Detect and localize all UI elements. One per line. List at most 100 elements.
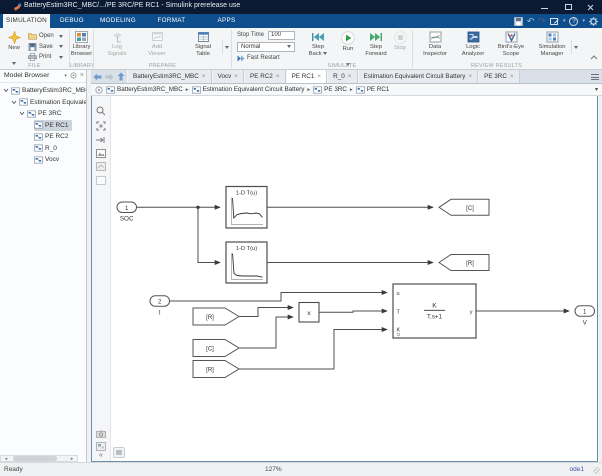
- tab-list-menu-icon[interactable]: [591, 74, 599, 82]
- save-button[interactable]: Save: [28, 42, 63, 52]
- maximize-button[interactable]: [560, 0, 578, 14]
- chevron-down-icon[interactable]: [11, 100, 17, 105]
- close-tab-icon[interactable]: ×: [202, 73, 206, 80]
- print-button[interactable]: Print: [28, 52, 63, 62]
- from-R1-block[interactable]: [R]: [192, 307, 240, 326]
- logic-analyzer-button[interactable]: Logic Analyzer: [455, 30, 491, 57]
- fit-to-view-icon[interactable]: [96, 121, 106, 131]
- zoom-icon[interactable]: [96, 106, 106, 116]
- goto-R-block[interactable]: [R]: [438, 254, 490, 271]
- goto-C-block[interactable]: [C]: [438, 198, 490, 216]
- from-C-block[interactable]: [C]: [192, 339, 240, 357]
- wire-product-to-T[interactable]: [319, 308, 388, 314]
- simulation-manager-button[interactable]: Simulation Manager: [531, 30, 573, 57]
- undo-icon[interactable]: ↶: [527, 16, 535, 26]
- panel-close-icon[interactable]: ×: [80, 72, 84, 79]
- scrollbar-thumb[interactable]: [13, 456, 57, 461]
- redo-icon[interactable]: ↷: [538, 16, 546, 26]
- transfer-fcn-block[interactable]: u T K y K T.s+1: [392, 283, 477, 339]
- step-back-button[interactable]: Step Back: [303, 30, 333, 57]
- wire-fromR-to-product[interactable]: [239, 305, 294, 317]
- add-viewer-button[interactable]: Add Viewer: [140, 30, 174, 57]
- scroll-left-icon[interactable]: ◂: [1, 456, 11, 462]
- diagram-canvas[interactable]: « 1 SOC 1-D T(u) 1-D T(u) [C] [R] 2 I [R…: [91, 96, 598, 462]
- minimize-button[interactable]: [536, 0, 554, 14]
- nav-forward-button[interactable]: [103, 70, 115, 83]
- breadcrumb-dropdown-icon[interactable]: ▾: [595, 86, 598, 93]
- lookup-table-1-block[interactable]: 1-D T(u): [225, 185, 268, 229]
- scroll-right-icon[interactable]: ▸: [67, 456, 77, 462]
- wire-fromC-to-product[interactable]: [239, 314, 294, 349]
- breadcrumb-item-estimation[interactable]: Estimation Equivalent Circuit Battery: [191, 86, 304, 94]
- annotation-caret-icon[interactable]: ▾: [563, 18, 566, 24]
- tree-item-vocv[interactable]: Vocv: [0, 154, 86, 166]
- stamp-icon[interactable]: [96, 442, 106, 451]
- doc-tab-estimation[interactable]: Estimation Equivalent Circuit Battery ×: [357, 70, 479, 83]
- breadcrumb-item-perc1[interactable]: PE RC1: [355, 86, 389, 94]
- close-tab-icon[interactable]: ×: [317, 73, 321, 80]
- open-button[interactable]: Open: [28, 31, 63, 41]
- close-tab-icon[interactable]: ×: [468, 73, 472, 80]
- inport-1-block[interactable]: 1 SOC: [116, 201, 137, 223]
- annotation-icon[interactable]: [549, 17, 559, 26]
- review-expander-button[interactable]: [571, 40, 580, 54]
- nav-up-button[interactable]: [115, 70, 127, 83]
- stop-time-input[interactable]: [268, 30, 295, 40]
- gear-icon[interactable]: [589, 16, 598, 26]
- outport-1-block[interactable]: 1 V: [574, 305, 595, 327]
- close-tab-icon[interactable]: ×: [348, 73, 352, 80]
- from-R2-block[interactable]: [R]: [192, 360, 240, 378]
- close-tab-icon[interactable]: ×: [234, 73, 238, 80]
- wire-soc-branch[interactable]: [197, 207, 221, 265]
- tab-modeling[interactable]: MODELING: [96, 14, 140, 28]
- tab-format[interactable]: FORMAT: [153, 14, 190, 28]
- nav-back-button[interactable]: [91, 70, 103, 83]
- close-tab-icon[interactable]: ×: [276, 73, 280, 80]
- fast-restart-toggle[interactable]: Fast Restart: [237, 55, 280, 62]
- doc-tab-perc2[interactable]: PE RC2 ×: [244, 70, 286, 83]
- tab-simulation[interactable]: SIMULATION: [3, 14, 50, 28]
- breadcrumb-item-pe3rc[interactable]: PE 3RC: [313, 86, 347, 94]
- save-icon[interactable]: [513, 16, 523, 26]
- prepare-expander-button[interactable]: [222, 40, 231, 54]
- close-tab-icon[interactable]: ×: [510, 73, 514, 80]
- viewer-annotation-icon[interactable]: [96, 162, 106, 171]
- breadcrumb-options-icon[interactable]: [95, 85, 103, 94]
- tree-item-batteryestim[interactable]: BatteryEstim3RC_MBC: [0, 85, 86, 97]
- canvas-overview-button[interactable]: [113, 447, 125, 458]
- tree-item-pe3rc[interactable]: PE 3RC: [0, 108, 86, 120]
- stop-button[interactable]: Stop: [390, 30, 410, 52]
- breadcrumb-item-root[interactable]: BatteryEstim3RC_MBC: [106, 86, 183, 94]
- doc-tab-batteryestim[interactable]: BatteryEstim3RC_MBC ×: [127, 70, 212, 83]
- tree-item-estimation[interactable]: Estimation Equivalent Ci: [0, 97, 86, 109]
- ribbon-collapse-button[interactable]: [590, 47, 598, 65]
- step-forward-button[interactable]: Step Forward: [361, 30, 391, 57]
- chevron-down-icon[interactable]: [3, 88, 9, 93]
- wire-inport2-to-u[interactable]: [169, 290, 388, 302]
- solver-name[interactable]: ode1: [570, 466, 584, 473]
- camera-icon[interactable]: [96, 430, 106, 438]
- palette-collapse-icon[interactable]: «: [99, 452, 103, 459]
- image-annotation-icon[interactable]: [96, 149, 106, 158]
- help-icon[interactable]: ?: [569, 16, 579, 26]
- tree-item-perc2[interactable]: PE RC2: [0, 131, 86, 143]
- data-inspector-button[interactable]: Data Inspector: [417, 30, 453, 57]
- area-box-icon[interactable]: [96, 176, 106, 185]
- doc-tab-r0[interactable]: R_0 ×: [327, 70, 358, 83]
- signal-arrow-icon[interactable]: [96, 136, 106, 144]
- lookup-table-2-block[interactable]: 1-D T(u): [225, 241, 268, 284]
- birds-eye-scope-button[interactable]: Bird's-Eye Scope: [493, 30, 529, 57]
- product-block[interactable]: x: [298, 301, 320, 323]
- panel-menu-icon[interactable]: ▾: [64, 73, 67, 79]
- doc-tab-vocv[interactable]: Vocv ×: [211, 70, 245, 83]
- library-browser-button[interactable]: Library Browser: [70, 30, 93, 57]
- chevron-down-icon[interactable]: [19, 111, 25, 116]
- tab-debug[interactable]: DEBUG: [55, 14, 89, 28]
- doc-tab-perc1-active[interactable]: PE RC1 ×: [285, 70, 328, 83]
- help-caret-icon[interactable]: ▾: [582, 18, 585, 24]
- tree-item-perc1[interactable]: PE RC1: [0, 119, 86, 131]
- inport-2-block[interactable]: 2 I: [149, 295, 170, 317]
- tab-apps[interactable]: APPS: [209, 14, 244, 28]
- tree-item-r0[interactable]: R_0: [0, 143, 86, 155]
- simulation-mode-select[interactable]: Normal: [237, 42, 295, 52]
